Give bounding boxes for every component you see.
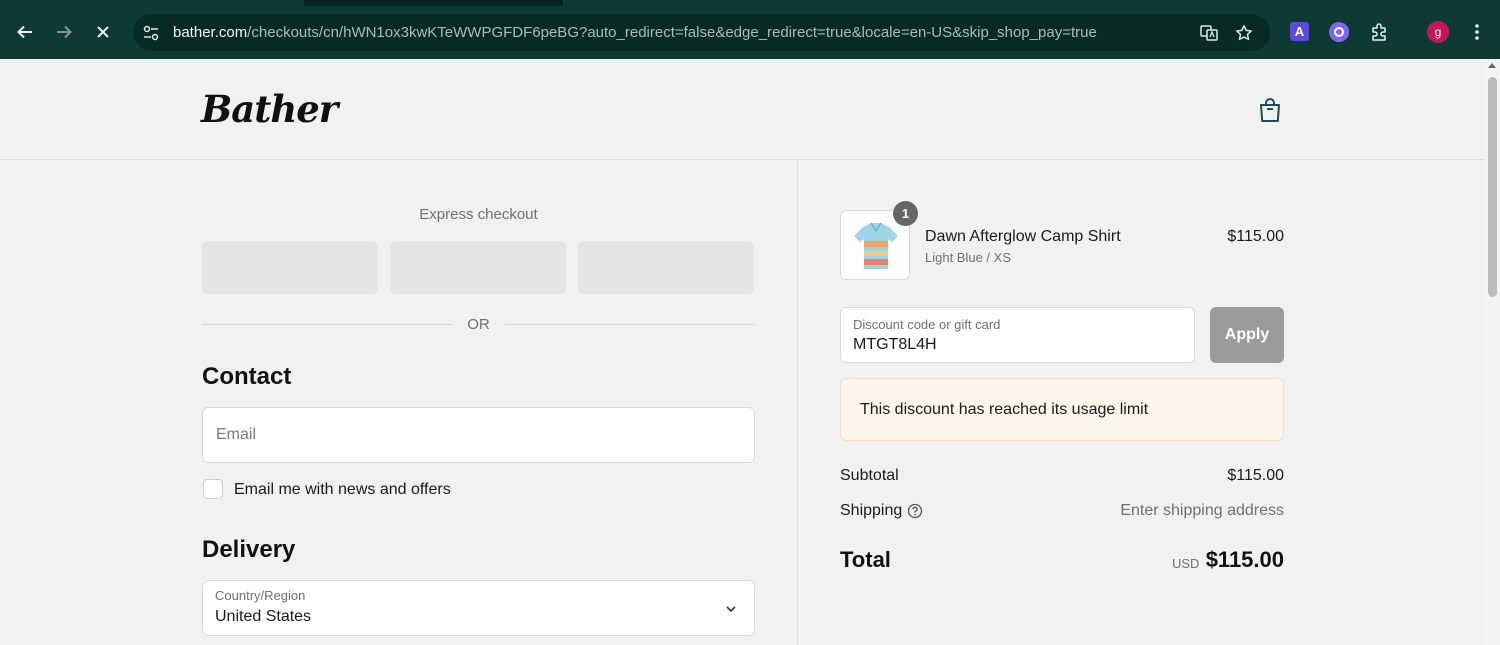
page-scrollbar[interactable] <box>1485 59 1500 645</box>
email-field[interactable]: Email <box>202 407 755 463</box>
newsletter-checkbox[interactable] <box>203 479 223 499</box>
product-name: Dawn Afterglow Camp Shirt <box>925 228 1121 245</box>
discount-label: Discount code or gift card <box>853 317 1001 332</box>
or-divider-line <box>202 324 452 325</box>
help-circle-icon[interactable] <box>907 503 923 519</box>
total-label: Total <box>840 547 891 572</box>
bookmark-star-icon[interactable] <box>1234 23 1254 43</box>
total-value: $115.00 <box>1205 547 1284 572</box>
url-text[interactable]: bather.com/checkouts/cn/hWN1ox3kwKTeWWPG… <box>173 24 1097 41</box>
total-currency: USD <box>1172 556 1200 571</box>
shopping-bag-icon[interactable] <box>1258 97 1282 123</box>
product-variant: Light Blue / XS <box>925 250 1011 265</box>
discount-error-notice: This discount has reached its usage limi… <box>840 378 1284 441</box>
country-label: Country/Region <box>215 588 306 603</box>
browser-tab[interactable] <box>563 0 1500 6</box>
item-quantity-badge: 1 <box>893 201 918 226</box>
extensions-puzzle-icon[interactable] <box>1369 22 1389 42</box>
forward-icon[interactable] <box>51 19 77 45</box>
express-pay-button[interactable] <box>390 241 566 294</box>
stop-loading-icon[interactable] <box>90 19 116 45</box>
url-path: /checkouts/cn/hWN1ox3kwKTeWWPGFDF6peBG?a… <box>247 24 1097 41</box>
browser-menu-icon[interactable] <box>1467 22 1487 42</box>
checkout-page: Bather Express checkout OR Contact Email… <box>0 59 1485 645</box>
chevron-down-icon <box>724 602 738 616</box>
checkout-header: Bather <box>0 59 1485 160</box>
profile-avatar[interactable]: g <box>1427 21 1449 43</box>
subtotal-value: $115.00 <box>1227 467 1284 484</box>
extension-swirl-icon[interactable] <box>1329 22 1349 42</box>
scroll-up-arrow-icon[interactable] <box>1488 63 1496 68</box>
apply-discount-button[interactable]: Apply <box>1210 307 1284 363</box>
site-settings-icon[interactable] <box>141 23 161 43</box>
express-checkout-title: Express checkout <box>419 206 538 223</box>
discount-code-field[interactable]: Discount code or gift card MTGT8L4H <box>840 307 1195 363</box>
discount-value: MTGT8L4H <box>853 336 937 353</box>
column-divider <box>797 160 798 645</box>
translate-icon[interactable] <box>1199 23 1219 43</box>
express-pay-button[interactable] <box>202 241 378 294</box>
express-pay-button[interactable] <box>578 241 754 294</box>
scrollbar-thumb[interactable] <box>1488 77 1497 297</box>
country-value: United States <box>215 608 312 625</box>
browser-tab[interactable] <box>0 0 304 6</box>
delivery-heading: Delivery <box>202 536 296 563</box>
or-divider-text: OR <box>467 316 490 333</box>
address-bar[interactable]: bather.com/checkouts/cn/hWN1ox3kwKTeWWPG… <box>133 14 1270 51</box>
url-host: bather.com <box>173 24 248 41</box>
tab-strip <box>0 0 1500 6</box>
contact-heading: Contact <box>202 363 292 390</box>
shipping-value: Enter shipping address <box>1120 502 1284 519</box>
shipping-label: Shipping <box>840 502 903 519</box>
product-price: $115.00 <box>1227 228 1284 245</box>
discount-error-text: This discount has reached its usage limi… <box>860 401 1149 418</box>
bather-logo[interactable]: Bather <box>201 87 338 131</box>
email-placeholder: Email <box>216 426 257 443</box>
newsletter-label[interactable]: Email me with news and offers <box>234 481 451 499</box>
browser-toolbar: bather.com/checkouts/cn/hWN1ox3kwKTeWWPG… <box>0 0 1500 59</box>
subtotal-label: Subtotal <box>840 467 899 484</box>
country-select[interactable]: Country/Region United States <box>202 580 755 636</box>
extension-a-icon[interactable]: A <box>1290 22 1309 41</box>
back-icon[interactable] <box>12 19 38 45</box>
or-divider-line <box>505 324 755 325</box>
